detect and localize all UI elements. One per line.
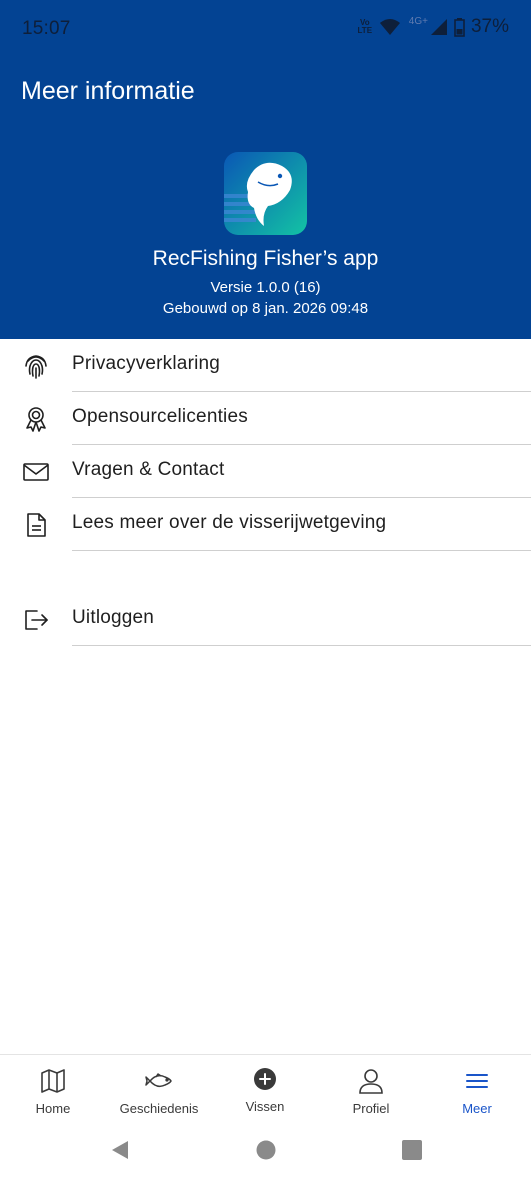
status-icons: Vo LTE 4G+ 37% (357, 16, 509, 38)
nav-label: Geschiedenis (119, 1101, 199, 1116)
app-name: RecFishing Fisher’s app (152, 247, 379, 270)
fingerprint-icon (25, 355, 47, 379)
home-circle-icon[interactable] (254, 1138, 278, 1162)
nav-history[interactable]: Geschiedenis (106, 1055, 212, 1125)
volte-indicator: Vo LTE (357, 18, 373, 35)
divider (72, 550, 531, 551)
status-time: 15:07 (22, 18, 71, 39)
menu-item-licenses[interactable]: Opensourcelicenties (0, 392, 531, 445)
map-icon (41, 1069, 65, 1093)
recents-square-icon[interactable] (400, 1138, 424, 1162)
menu-item-label: Lees meer over de visserijwetgeving (72, 512, 387, 533)
menu-item-label: Privacyverklaring (72, 353, 221, 374)
signal-icon (430, 19, 447, 35)
battery-icon (454, 17, 465, 37)
nav-fishing[interactable]: Vissen (212, 1055, 318, 1125)
menu-icon (466, 1074, 488, 1088)
logout-button[interactable]: Uitloggen (0, 593, 531, 646)
page-title: Meer informatie (21, 77, 195, 105)
system-navigation-bar (0, 1124, 531, 1181)
app-build-date: Gebouwd op 8 jan. 2026 09:48 (162, 300, 369, 317)
document-icon (27, 513, 46, 537)
nav-more[interactable]: Meer (424, 1055, 530, 1125)
nav-label: Home (35, 1101, 71, 1116)
nav-label: Meer (462, 1101, 492, 1116)
nav-profile[interactable]: Profiel (318, 1055, 424, 1125)
app-header: 15:07 Vo LTE 4G+ 37% Meer informatie Rec… (0, 0, 531, 339)
status-bar: 15:07 Vo LTE 4G+ 37% (0, 0, 531, 56)
nav-label: Profiel (352, 1101, 390, 1116)
app-version: Versie 1.0.0 (16) (210, 279, 321, 296)
logout-label: Uitloggen (72, 607, 155, 628)
bottom-navigation: Home Geschiedenis Vissen Profiel Meer (0, 1054, 531, 1125)
menu-item-label: Opensourcelicenties (72, 406, 248, 427)
nav-label: Vissen (245, 1099, 285, 1114)
wifi-icon (379, 19, 400, 35)
menu-item-label: Vragen & Contact (72, 459, 225, 480)
divider (72, 645, 531, 646)
plus-circle-icon (254, 1068, 276, 1090)
network-type: 4G+ (408, 15, 428, 27)
person-icon (359, 1069, 383, 1094)
logout-icon (25, 610, 48, 630)
back-icon[interactable] (108, 1138, 132, 1162)
mail-icon (23, 463, 49, 481)
fish-icon (145, 1073, 172, 1088)
menu-item-contact[interactable]: Vragen & Contact (0, 445, 531, 498)
award-ribbon-icon (26, 407, 46, 432)
nav-home[interactable]: Home (0, 1055, 106, 1125)
menu-item-legislation[interactable]: Lees meer over de visserijwetgeving (0, 498, 531, 551)
menu-item-privacy[interactable]: Privacyverklaring (0, 339, 531, 392)
app-logo (224, 152, 307, 235)
battery-percentage: 37% (470, 16, 509, 37)
